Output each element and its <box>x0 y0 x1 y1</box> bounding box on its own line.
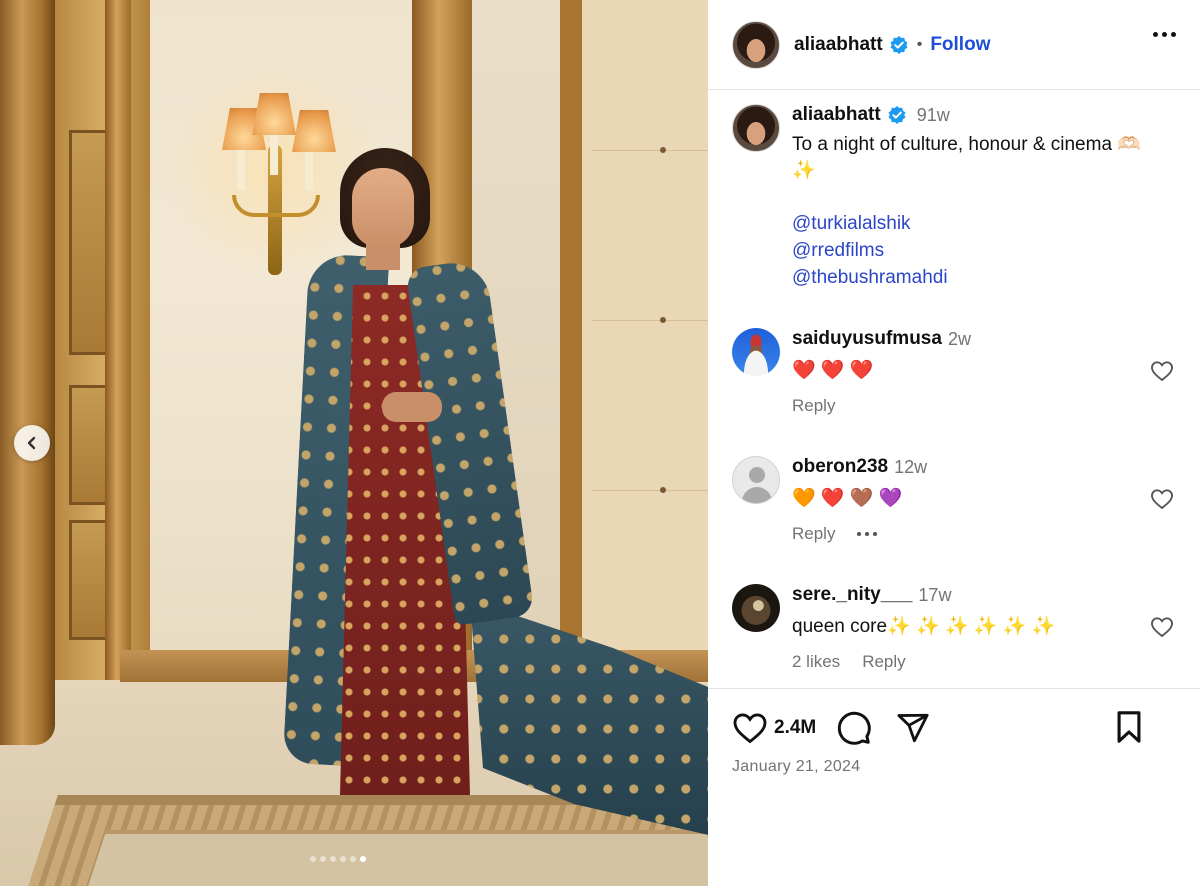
woman-face <box>352 168 414 248</box>
comment-username[interactable]: oberon238 <box>792 456 888 478</box>
avatar[interactable] <box>732 584 780 632</box>
avatar[interactable] <box>732 20 780 69</box>
like-count[interactable]: 2.4M <box>774 717 816 739</box>
verified-badge-icon <box>890 35 908 54</box>
post-caption: aliaabhatt 91w To a night of culture, ho… <box>732 104 1182 291</box>
bookmark-icon <box>1117 711 1141 743</box>
photo-wood-panel <box>55 0 150 680</box>
post-date[interactable]: January 21, 2024 <box>732 758 860 776</box>
comment-like-heart-icon[interactable] <box>1150 616 1174 638</box>
comment-like-heart-icon[interactable] <box>1150 360 1174 382</box>
mention-link[interactable]: @thebushramahdi <box>792 264 1141 291</box>
comment-icon <box>838 711 872 745</box>
share-button[interactable] <box>896 711 930 745</box>
verified-badge-icon <box>888 106 906 124</box>
avatar[interactable] <box>732 328 780 376</box>
avatar[interactable] <box>732 456 780 504</box>
carousel-dot[interactable] <box>340 856 346 862</box>
post-username[interactable]: aliaabhatt <box>794 34 883 56</box>
carousel-dot[interactable] <box>350 856 356 862</box>
post-sidebar: aliaabhatt • Follow aliaabhatt 91w To a … <box>708 0 1200 886</box>
share-icon <box>897 713 929 743</box>
comment-item: oberon238 12w 🧡 ❤️ 🤎 💜 Reply <box>732 456 1182 544</box>
carousel-dot[interactable] <box>310 856 316 862</box>
carousel-prev-button[interactable] <box>14 425 50 461</box>
post-actions-bar: 2.4M <box>732 706 1182 750</box>
comment-text: ❤️ ❤️ ❤️ <box>792 360 874 381</box>
caption-time[interactable]: 91w <box>917 105 950 126</box>
reply-button[interactable]: Reply <box>792 396 835 416</box>
chevron-left-icon <box>27 436 36 450</box>
photo-rug-inner <box>83 830 708 886</box>
mention-link[interactable]: @rredfilms <box>792 237 1141 264</box>
avatar[interactable] <box>732 104 780 152</box>
divider <box>708 688 1200 689</box>
comment-time[interactable]: 17w <box>918 585 951 606</box>
mention-link[interactable]: @turkialalshik <box>792 210 1141 237</box>
carousel-dot[interactable] <box>320 856 326 862</box>
carousel-dot-active[interactable] <box>360 856 366 862</box>
like-button[interactable] <box>732 711 768 745</box>
photo-column <box>0 0 55 745</box>
comment-username[interactable]: saiduyusufmusa <box>792 328 942 350</box>
comment-time[interactable]: 2w <box>948 329 971 350</box>
comment-time[interactable]: 12w <box>894 457 927 478</box>
comment-username[interactable]: sere._nity___ <box>792 584 912 606</box>
photo-trim-left <box>105 0 131 680</box>
caption-mentions: @turkialalshik @rredfilms @thebushramahd… <box>792 210 1141 291</box>
carousel-dots <box>310 856 366 862</box>
follow-button[interactable]: Follow <box>930 34 990 56</box>
comment-like-heart-icon[interactable] <box>1150 488 1174 510</box>
comment-item: sere._nity___ 17w queen core✨ ✨ ✨ ✨ ✨ ✨ … <box>732 584 1182 672</box>
save-button[interactable] <box>1114 710 1144 744</box>
more-options-icon[interactable] <box>1153 32 1176 37</box>
heart-icon <box>733 713 767 744</box>
photo-padded-door <box>560 0 708 680</box>
woman-hands <box>382 392 442 422</box>
reply-button[interactable]: Reply <box>862 652 905 672</box>
comment-likes-count[interactable]: 2 likes <box>792 652 840 672</box>
caption-text: To a night of culture, honour & cinema 🫶… <box>792 134 1141 181</box>
comment-text: queen core✨ ✨ ✨ ✨ ✨ ✨ <box>792 616 1056 637</box>
comment-item: saiduyusufmusa 2w ❤️ ❤️ ❤️ Reply <box>732 328 1182 416</box>
post-header: aliaabhatt • Follow <box>708 0 1200 90</box>
caption-username[interactable]: aliaabhatt <box>792 104 881 126</box>
comment-more-icon[interactable] <box>857 532 878 536</box>
header-separator: • <box>916 35 923 53</box>
post-photo <box>0 0 708 886</box>
reply-button[interactable]: Reply <box>792 524 835 544</box>
comment-text: 🧡 ❤️ 🤎 💜 <box>792 488 903 509</box>
carousel-dot[interactable] <box>330 856 336 862</box>
comment-button[interactable] <box>836 710 872 746</box>
